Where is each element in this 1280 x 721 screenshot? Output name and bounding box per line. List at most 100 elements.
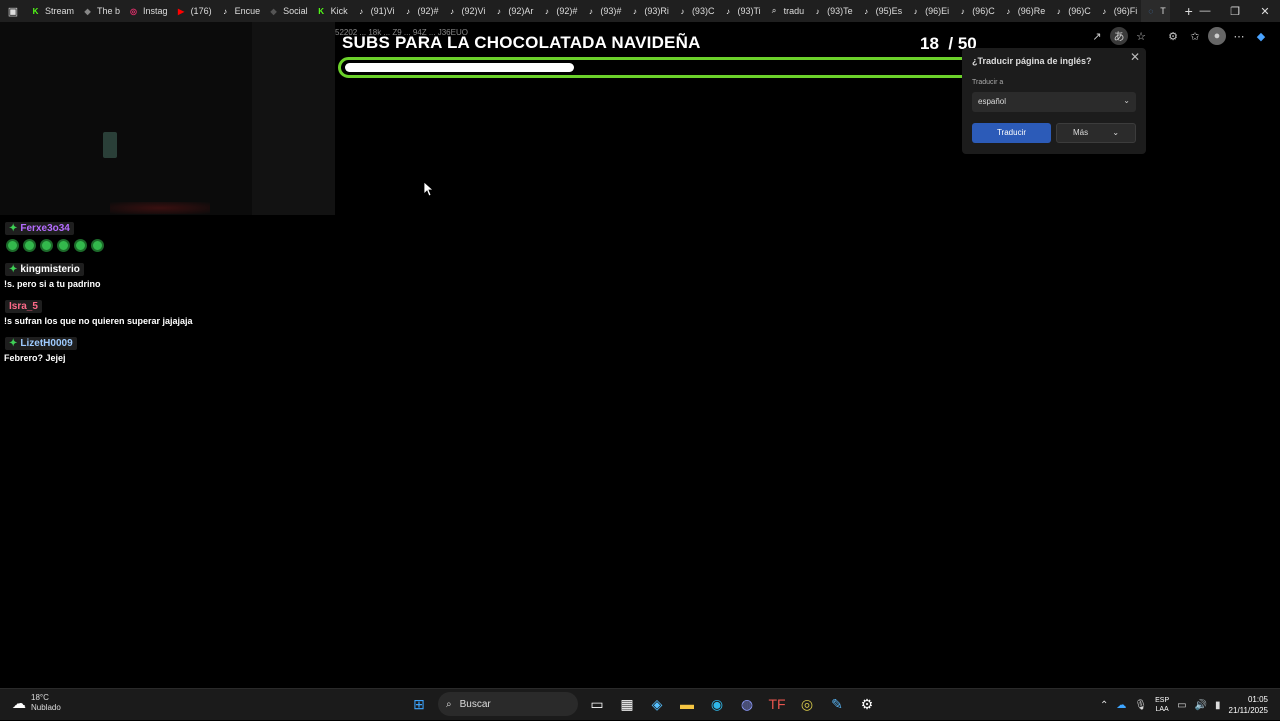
settings-icon[interactable]: ⚙: [856, 692, 878, 716]
browser-tab[interactable]: ♪ (96)C: [1049, 0, 1095, 22]
chat-message-text: !s. pero si a tu padrino: [4, 279, 101, 289]
open-external-icon[interactable]: ↗: [1088, 27, 1106, 45]
more-button[interactable]: Más ⌄: [1056, 123, 1136, 143]
windows-start-icon[interactable]: ⊞: [408, 692, 430, 716]
browser-tab-label: (176): [190, 6, 212, 16]
favorites-icon[interactable]: ✩: [1186, 27, 1204, 45]
windows-taskbar: ☁ 18°C Nublado ⊞ ⌕ Buscar ▭ ▦ ◈ ▬ ◉ ◍ TF…: [0, 688, 1280, 720]
browser-tab[interactable]: ♪ (93)Ti: [718, 0, 764, 22]
video-side-panel: [252, 22, 335, 215]
translate-icon[interactable]: あ: [1110, 27, 1128, 45]
lang-line1: ESP: [1155, 697, 1170, 704]
browser-tab[interactable]: K Stream: [26, 0, 78, 22]
file-explorer-icon[interactable]: ▬: [676, 692, 698, 716]
kick-icon: K: [32, 6, 39, 16]
weather-desc: Nublado: [31, 703, 61, 712]
chevron-down-icon: ⌄: [1123, 96, 1130, 105]
browser-tab-label: (96)C: [972, 6, 995, 16]
tiktok-icon: ♪: [913, 6, 918, 16]
browser-tab[interactable]: ♪ (93)C: [673, 0, 719, 22]
system-tray: ⌃ ☁ 🎙 ESP LAA ▭ 🔊 ▮ 01:05 21/11/2025: [1100, 689, 1280, 721]
browser-tab[interactable]: ♪ (92)Vi: [443, 0, 490, 22]
browser-tab-label: (93)Ti: [737, 6, 761, 16]
browser-tab[interactable]: ◆ The b: [78, 0, 124, 22]
tab-strip: K Stream ◆ The b ◎ Instag ▶ (176) ♪ Encue ◆ Social K…: [26, 0, 1170, 22]
weather-widget[interactable]: ☁ 18°C Nublado: [12, 693, 61, 713]
browser-tab[interactable]: ♪ (93)#: [581, 0, 625, 22]
chat-username-chip[interactable]: ✦ kingmisterio: [5, 263, 84, 276]
language-indicator[interactable]: ESP LAA: [1155, 696, 1169, 714]
browser-tab-label: (92)Ar: [508, 6, 534, 16]
restore-button[interactable]: ❐: [1220, 0, 1250, 22]
browser-tab[interactable]: ▶ (176): [172, 0, 216, 22]
chat-message-text: !s sufran los que no quieren superar jaj…: [4, 316, 193, 326]
browser-tab[interactable]: ♪ (91)Vi: [352, 0, 399, 22]
language-select[interactable]: español ⌄: [972, 92, 1136, 112]
app-tf-icon[interactable]: TF: [766, 692, 788, 716]
edge-icon[interactable]: ◉: [706, 692, 728, 716]
browser-tab[interactable]: ⌕ tradu: [765, 0, 809, 22]
clock[interactable]: 01:05 21/11/2025: [1229, 694, 1268, 716]
task-view-icon[interactable]: ▭: [586, 692, 608, 716]
browser-toolbar: ↗ あ ☆ ⚙ ✩ ● ⋯ ◆: [1088, 27, 1270, 45]
weather-temp: 18°C: [31, 693, 49, 702]
tiktok-icon: ♪: [359, 6, 364, 16]
browser-tab[interactable]: ◌ T: [1141, 0, 1170, 22]
copilot-app-icon[interactable]: ◈: [646, 692, 668, 716]
browser-tab[interactable]: ♪ (96)Ei: [906, 0, 953, 22]
tiktok-icon: ♪: [496, 6, 501, 16]
chevron-up-icon[interactable]: ⌃: [1100, 700, 1108, 711]
browser-tab[interactable]: ♪ Encue: [216, 0, 265, 22]
youtube-icon: ▶: [177, 6, 185, 16]
goal-progress-bar: [338, 57, 989, 78]
favorite-star-icon[interactable]: ☆: [1132, 27, 1150, 45]
taskbar-search[interactable]: ⌕ Buscar: [438, 692, 578, 716]
browser-tab[interactable]: ♪ (96)C: [953, 0, 999, 22]
more-options-icon[interactable]: ⋯: [1230, 27, 1248, 45]
chat-username-chip[interactable]: ✦ LizetH0009: [5, 337, 77, 350]
browser-tab[interactable]: ♪ (93)Te: [808, 0, 857, 22]
translate-to-label: Traducir a: [972, 79, 1004, 86]
volume-icon[interactable]: 🔊: [1195, 700, 1207, 711]
chrome-icon[interactable]: ◎: [796, 692, 818, 716]
profile-avatar[interactable]: ●: [1208, 27, 1226, 45]
browser-tab[interactable]: ♪ (95)Es: [857, 0, 907, 22]
browser-tab[interactable]: ♪ (96)Fi: [1095, 0, 1142, 22]
instagram-icon: ◎: [130, 6, 138, 16]
lang-line2: LAA: [1155, 706, 1169, 713]
chat-username-chip[interactable]: Isra_5: [5, 300, 42, 313]
close-window-button[interactable]: ✕: [1250, 0, 1280, 22]
microphone-icon[interactable]: 🎙: [1134, 700, 1147, 711]
browser-tab-label: (91)Vi: [370, 6, 395, 16]
tab-actions-menu-icon[interactable]: ▣: [0, 0, 26, 22]
paint-icon[interactable]: ✎: [826, 692, 848, 716]
discord-icon[interactable]: ◍: [736, 692, 758, 716]
close-icon[interactable]: ✕: [1130, 50, 1140, 64]
extensions-icon[interactable]: ⚙: [1164, 27, 1182, 45]
browser-tab[interactable]: ♪ (92)Ar: [489, 0, 537, 22]
minimize-button[interactable]: —: [1190, 0, 1220, 22]
browser-tab[interactable]: ♪ (96)Re: [999, 0, 1050, 22]
translate-button[interactable]: Traducir: [972, 123, 1051, 143]
browser-tab[interactable]: ◆ Social: [264, 0, 312, 22]
stream-video-preview[interactable]: [0, 22, 335, 215]
browser-tab-label: (92)#: [417, 6, 439, 16]
chat-username-chip[interactable]: ✦ Ferxe3o34: [5, 222, 74, 235]
network-icon[interactable]: ▭: [1177, 700, 1186, 711]
battery-icon[interactable]: ▮: [1215, 700, 1221, 711]
store-icon[interactable]: ▦: [616, 692, 638, 716]
browser-tab[interactable]: ♪ (92)#: [537, 0, 581, 22]
chat-message: ✦ Ferxe3o34: [0, 218, 335, 252]
copilot-icon[interactable]: ◆: [1252, 27, 1270, 45]
browser-tab-label: (96)Re: [1017, 6, 1046, 16]
chat-username: Ferxe3o34: [20, 223, 70, 234]
window-controls: — ❐ ✕: [1190, 0, 1280, 22]
tiktok-icon: ♪: [406, 6, 410, 16]
onedrive-icon[interactable]: ☁: [1116, 700, 1126, 711]
browser-tab-label: T: [1160, 6, 1166, 16]
browser-tab[interactable]: ♪ (93)Ri: [625, 0, 673, 22]
browser-tab[interactable]: K Kick: [312, 0, 352, 22]
browser-tab[interactable]: ◎ Instag: [124, 0, 172, 22]
browser-tab[interactable]: ♪ (92)#: [399, 0, 443, 22]
video-light-spot: [103, 132, 117, 158]
